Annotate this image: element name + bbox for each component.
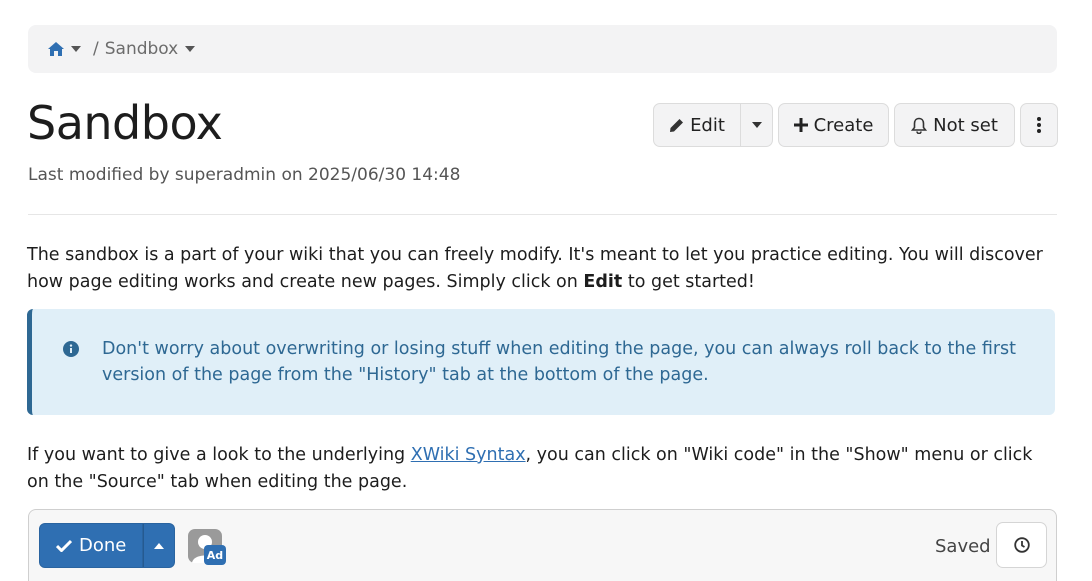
chevron-down-icon: [751, 122, 762, 128]
bell-icon: [911, 117, 928, 134]
edit-button[interactable]: Edit: [653, 103, 741, 147]
breadcrumb-separator: /: [93, 39, 99, 59]
home-dropdown-caret[interactable]: [71, 46, 81, 52]
last-modified-info: Last modified by superadmin on 2025/06/3…: [28, 165, 461, 185]
edit-button-group: Edit: [653, 103, 773, 147]
create-label: Create: [813, 114, 874, 136]
edit-dropdown-button[interactable]: [741, 103, 773, 147]
breadcrumb-dropdown-caret[interactable]: [185, 46, 196, 52]
done-dropdown-button[interactable]: [143, 523, 176, 568]
done-button[interactable]: Done: [39, 523, 144, 568]
intro-text: The sandbox is a part of your wiki that …: [27, 245, 1043, 292]
edit-label: Edit: [690, 114, 725, 136]
more-actions-button[interactable]: [1020, 103, 1058, 147]
create-button[interactable]: Create: [778, 103, 889, 147]
edit-toolbar: Done Ad Saved: [28, 509, 1057, 581]
info-circle-icon: [63, 341, 79, 361]
user-avatar[interactable]: Ad: [188, 529, 228, 567]
save-status: Saved: [935, 536, 991, 557]
intro-edit-emphasis: Edit: [583, 272, 623, 292]
syntax-paragraph: If you want to give a look to the underl…: [27, 442, 1052, 496]
avatar-badge: Ad: [204, 545, 226, 565]
page-title: Sandbox: [27, 96, 223, 150]
home-link[interactable]: [48, 42, 64, 56]
history-button[interactable]: [996, 522, 1047, 568]
plus-icon: [793, 118, 808, 132]
check-icon: [56, 539, 72, 552]
chevron-up-icon: [154, 542, 165, 549]
breadcrumb-current[interactable]: Sandbox: [105, 39, 179, 59]
title-divider: [28, 214, 1057, 215]
intro-text-end: to get started!: [622, 272, 755, 292]
more-vertical-icon: [1037, 117, 1041, 133]
breadcrumb: / Sandbox: [28, 25, 1057, 73]
intro-paragraph: The sandbox is a part of your wiki that …: [27, 242, 1052, 296]
notifications-label: Not set: [933, 114, 998, 136]
pencil-icon: [669, 118, 684, 133]
xwiki-syntax-link[interactable]: XWiki Syntax: [411, 445, 526, 465]
notifications-button[interactable]: Not set: [894, 103, 1015, 147]
info-box-text: Don't worry about overwriting or losing …: [102, 339, 1017, 385]
syntax-text: If you want to give a look to the underl…: [27, 445, 411, 465]
info-box: Don't worry about overwriting or losing …: [27, 309, 1055, 415]
done-label: Done: [79, 535, 127, 556]
done-button-group: Done: [39, 523, 176, 568]
home-icon: [48, 42, 64, 56]
page-actions: Edit Create Not set: [653, 103, 1058, 147]
clock-icon: [1013, 537, 1030, 553]
